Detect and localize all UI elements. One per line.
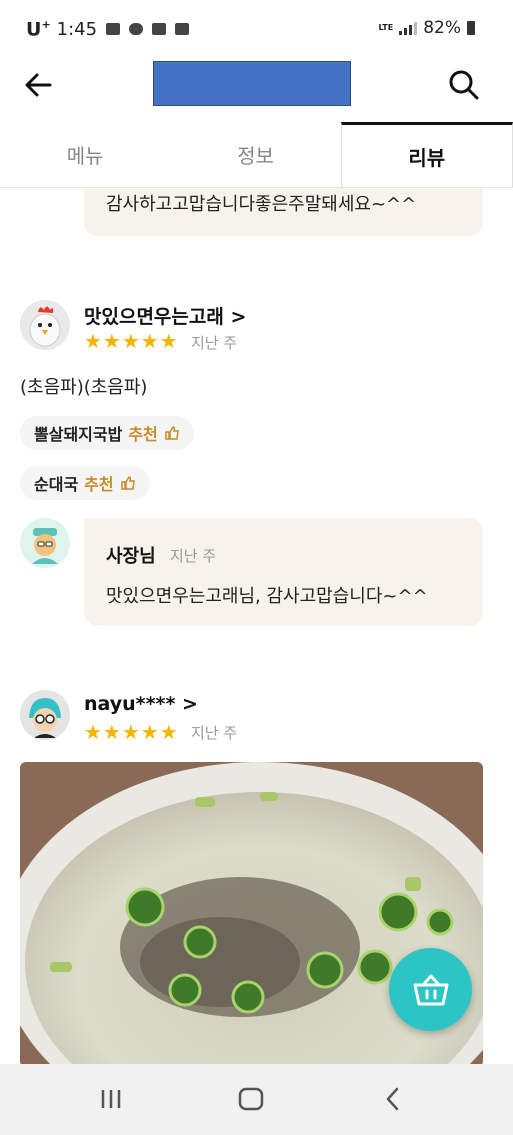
store-title-redacted [153, 61, 351, 106]
owner-avatar-icon [20, 518, 70, 568]
menu-tag-recommend: 추천 [128, 425, 158, 444]
thumbs-up-icon [120, 476, 135, 490]
review-username[interactable]: nayu**** > [84, 693, 198, 715]
review-date: 지난 주 [191, 724, 238, 742]
battery-percent: 82% [423, 18, 461, 38]
home-button[interactable] [236, 1084, 266, 1114]
basket-icon [413, 974, 448, 1005]
review-text: (초음파)(초음파) [20, 377, 148, 398]
thumbs-up-icon [165, 426, 179, 440]
menu-tag-chip[interactable]: 순대국 추천 [20, 466, 150, 500]
avatar-character-icon [20, 690, 70, 740]
nav-back-button[interactable] [378, 1084, 408, 1114]
rating-stars: ★★★★★ [84, 329, 179, 353]
status-time: 1:45 [56, 18, 98, 40]
owner-reply-bubble: 사장님 지난 주 맛있으면우는고래님, 감사고맙습니다~^^ [84, 518, 483, 626]
carrier-label: U+ [26, 18, 51, 41]
avatar[interactable] [20, 690, 70, 740]
menu-tag-name: 뽈살돼지국밥 [34, 425, 123, 444]
battery-icon [467, 21, 475, 35]
menu-tag-recommend: 추천 [84, 475, 114, 494]
owner-reply-text: 감사하고고맙습니다좋은주말돼세요~^^ [106, 194, 417, 215]
owner-name: 사장님 [106, 546, 156, 567]
system-nav-bar [0, 1064, 513, 1135]
owner-reply-text: 맛있으면우는고래님, 감사고맙습니다~^^ [106, 586, 428, 607]
owner-reply-bubble-prev: 감사하고고맙습니다좋은주말돼세요~^^ [84, 188, 483, 236]
voicemail-icon [152, 23, 167, 36]
recent-apps-icon [101, 1090, 121, 1108]
tab-reviews[interactable]: 리뷰 [340, 122, 513, 187]
tab-bar: 메뉴 정보 리뷰 [0, 122, 513, 188]
menu-tag-name: 순대국 [34, 475, 79, 494]
status-right: LTE 82% [378, 18, 475, 38]
rating-stars: ★★★★★ [84, 720, 179, 744]
tab-info[interactable]: 정보 [170, 122, 340, 187]
avatar[interactable] [20, 300, 70, 350]
signal-icon [399, 21, 418, 35]
message-icon [106, 23, 121, 36]
review-date: 지난 주 [191, 334, 238, 352]
chevron-left-icon [386, 1087, 399, 1111]
status-left: U+ 1:45 [26, 18, 190, 41]
owner-reply-date: 지난 주 [170, 547, 217, 565]
owner-avatar [20, 518, 70, 568]
menu-tag-chip[interactable]: 뽈살돼지국밥 추천 [20, 416, 194, 450]
search-button[interactable] [447, 68, 481, 102]
cart-fab-button[interactable] [389, 948, 472, 1031]
arrow-left-icon [25, 73, 52, 97]
status-bar: U+ 1:45 LTE 82% [0, 0, 513, 58]
review-username[interactable]: 맛있으면우는고래 > [84, 302, 246, 329]
chevron-right-icon: > [182, 693, 198, 715]
tab-menu[interactable]: 메뉴 [0, 122, 170, 187]
chat-icon [129, 23, 144, 36]
home-icon [238, 1087, 264, 1111]
gallery-icon [175, 23, 190, 36]
lte-indicator: LTE [378, 23, 394, 32]
chevron-right-icon: > [230, 306, 247, 328]
app-bar [0, 58, 513, 118]
recent-apps-button[interactable] [96, 1084, 126, 1114]
back-button[interactable] [22, 68, 56, 102]
search-icon [449, 70, 479, 100]
chicken-avatar-icon [20, 300, 70, 350]
